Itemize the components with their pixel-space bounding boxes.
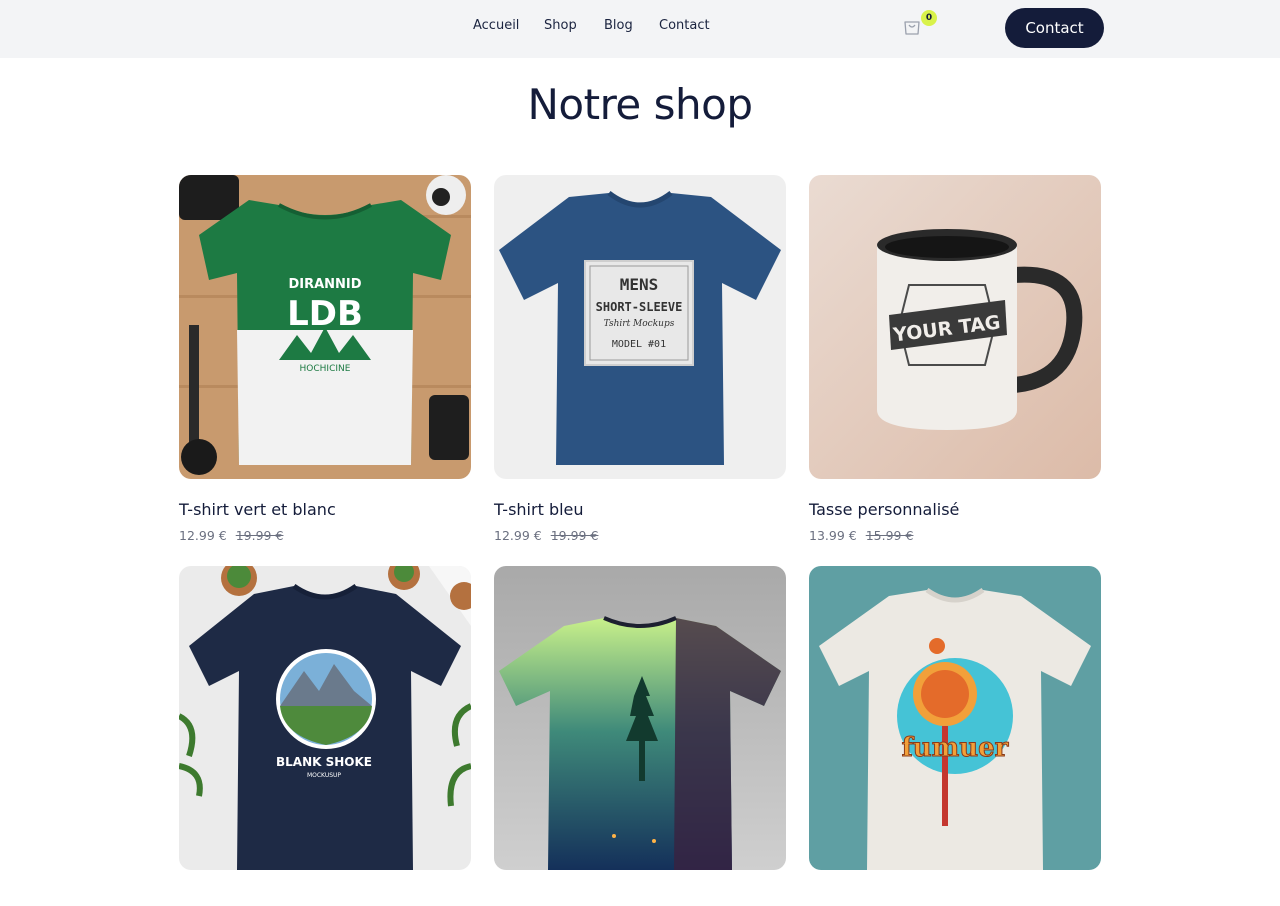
product-prices — [179, 891, 471, 906]
product-prices: 12.99 € 19.99 € — [494, 528, 786, 543]
nav-item-shop[interactable]: Shop — [544, 18, 577, 33]
p4-text-1: BLANK SHOKE — [276, 755, 372, 769]
product-prices: 13.99 € 15.99 € — [809, 528, 1101, 543]
product-image[interactable]: MENS SHORT-SLEEVE Tshirt Mockups MODEL #… — [494, 175, 786, 479]
product-image[interactable] — [494, 566, 786, 870]
product-image[interactable]: YOUR TAG — [809, 175, 1101, 479]
product-price: 13.99 € — [809, 528, 857, 543]
cart-count-badge: 0 — [921, 10, 937, 26]
nav-item-contact[interactable]: Contact — [659, 18, 710, 33]
page-title: Notre shop — [527, 80, 753, 129]
product-card[interactable]: BLANK SHOKE MOCKUSUP — [179, 566, 471, 906]
p2-text-3: Tshirt Mockups — [604, 319, 675, 329]
product-title[interactable]: T-shirt vert et blanc — [179, 500, 471, 519]
top-bar: Accueil Shop Blog Contact 0 Contact — [0, 0, 1280, 58]
product-old-price: 15.99 € — [865, 528, 914, 543]
product-prices — [809, 891, 1101, 906]
p6-text-1: fumuer — [902, 733, 1009, 763]
p1-text-2: LDB — [287, 294, 363, 334]
nav-item-accueil[interactable]: Accueil — [473, 18, 519, 33]
product-price: 12.99 € — [179, 528, 227, 543]
product-price: 12.99 € — [494, 528, 542, 543]
product-card[interactable]: MENS SHORT-SLEEVE Tshirt Mockups MODEL #… — [494, 175, 786, 543]
product-title[interactable]: Tasse personnalisé — [809, 500, 1101, 519]
product-image[interactable]: fumuer — [809, 566, 1101, 870]
product-card[interactable]: fumuer — [809, 566, 1101, 906]
product-image[interactable]: BLANK SHOKE MOCKUSUP — [179, 566, 471, 870]
nav-item-blog[interactable]: Blog — [604, 18, 633, 33]
product-old-price: 19.99 € — [550, 528, 599, 543]
product-card[interactable]: DIRANNID LDB HOCHICINE T-shirt vert et b… — [179, 175, 471, 543]
p2-text-4: MODEL #01 — [612, 339, 666, 350]
p2-text-2: SHORT-SLEEVE — [596, 300, 683, 314]
p1-text-1: DIRANNID — [288, 277, 361, 292]
product-old-price: 19.99 € — [235, 528, 284, 543]
cart-icon[interactable] — [902, 18, 922, 38]
p1-text-3: HOCHICINE — [300, 364, 351, 374]
contact-button[interactable]: Contact — [1005, 8, 1104, 48]
p4-text-2: MOCKUSUP — [307, 772, 341, 779]
product-card[interactable] — [494, 566, 786, 906]
product-image[interactable]: DIRANNID LDB HOCHICINE — [179, 175, 471, 479]
product-prices — [494, 891, 786, 906]
product-title[interactable]: T-shirt bleu — [494, 500, 786, 519]
p2-text-1: MENS — [620, 275, 659, 294]
product-card[interactable]: YOUR TAG Tasse personnalisé 13.99 € 15.99… — [809, 175, 1101, 543]
product-prices: 12.99 € 19.99 € — [179, 528, 471, 543]
